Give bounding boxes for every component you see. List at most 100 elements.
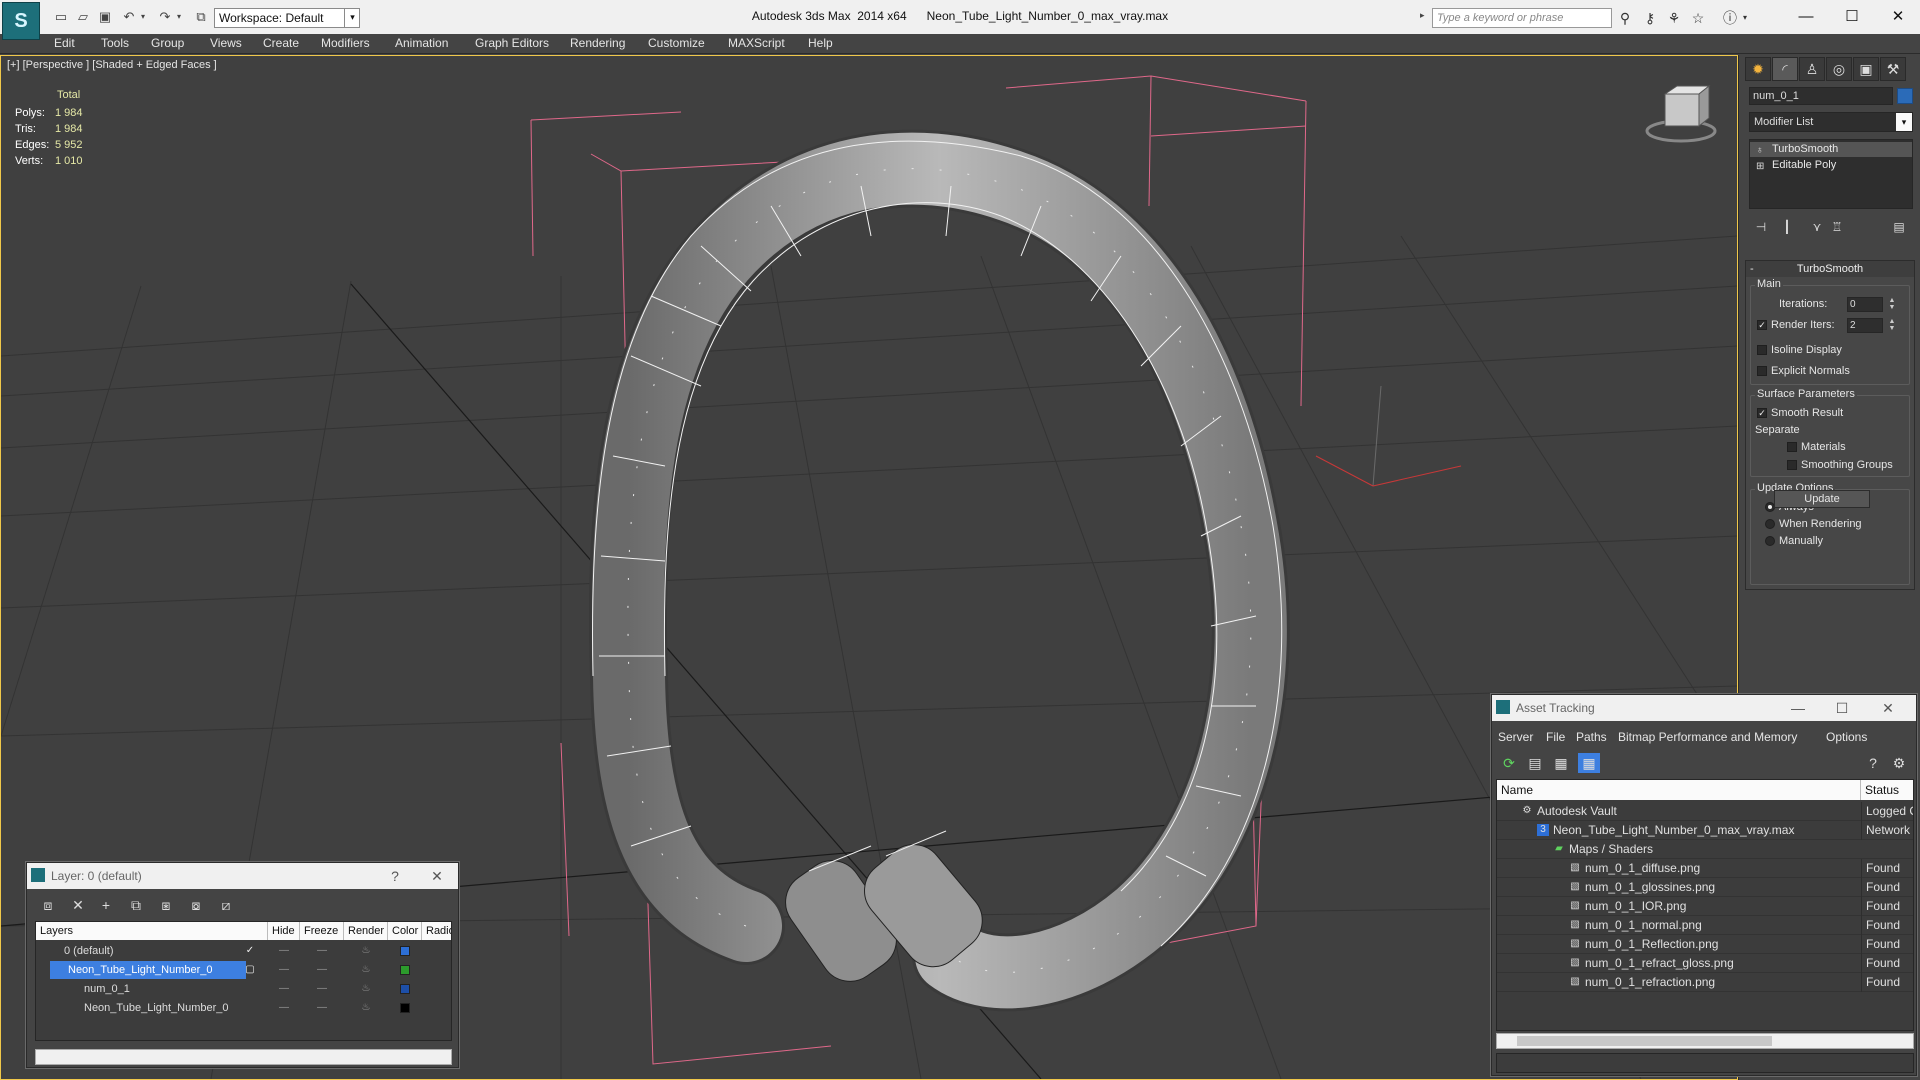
help-icon[interactable]: ⓘ bbox=[1720, 9, 1740, 27]
close-icon[interactable]: ✕ bbox=[417, 863, 457, 889]
modifier-list-dropdown[interactable]: Modifier List ▾ bbox=[1749, 112, 1913, 132]
settings-icon[interactable]: ⚙ bbox=[1888, 753, 1910, 773]
help-button[interactable]: ? bbox=[375, 863, 415, 889]
create-tab-icon[interactable]: ✹ bbox=[1745, 57, 1771, 81]
redo-icon[interactable]: ↷ bbox=[156, 8, 174, 26]
table-row[interactable]: ⚙ Autodesk Vault Logged O bbox=[1497, 802, 1913, 821]
motion-tab-icon[interactable]: ◎ bbox=[1826, 57, 1852, 81]
layer-color-swatch[interactable] bbox=[400, 984, 410, 994]
workspace-dropdown[interactable]: Workspace: Default bbox=[214, 8, 360, 28]
viewcube-icon[interactable] bbox=[1645, 84, 1717, 143]
column-header-render[interactable]: Render bbox=[344, 922, 388, 940]
search-input[interactable]: Type a keyword or phrase bbox=[1432, 8, 1612, 28]
layer-color-swatch[interactable] bbox=[400, 965, 410, 975]
horizontal-scrollbar[interactable] bbox=[1496, 1033, 1914, 1049]
object-color-swatch[interactable] bbox=[1897, 88, 1913, 104]
menu-file[interactable]: File bbox=[1546, 730, 1565, 744]
menu-paths[interactable]: Paths bbox=[1576, 730, 1607, 744]
render-iters-checkbox[interactable]: ✓ bbox=[1757, 320, 1767, 330]
explicit-normals-checkbox[interactable] bbox=[1757, 366, 1767, 376]
stack-item-editable-poly[interactable]: ⊞ Editable Poly bbox=[1750, 158, 1912, 173]
redo-dropdown-icon[interactable]: ▾ bbox=[174, 8, 184, 26]
freeze-toggle[interactable]: — bbox=[314, 961, 330, 979]
table-row[interactable]: ▧ num_0_1_refraction.png Found bbox=[1497, 973, 1913, 992]
spinner-arrows-icon[interactable]: ▲ ▼ bbox=[1887, 297, 1897, 312]
display-tab-icon[interactable]: ▣ bbox=[1853, 57, 1879, 81]
communication-center-icon[interactable]: ⚘ bbox=[1664, 9, 1684, 27]
table-row[interactable]: ▧ num_0_1_glossines.png Found bbox=[1497, 878, 1913, 897]
scrollbar-thumb[interactable] bbox=[1517, 1036, 1772, 1046]
update-button[interactable]: Update bbox=[1774, 490, 1870, 508]
help-icon[interactable]: ? bbox=[1862, 753, 1884, 773]
save-file-icon[interactable]: ▣ bbox=[96, 8, 114, 26]
remove-modifier-icon[interactable]: ♖ bbox=[1827, 218, 1847, 236]
search-expand-icon[interactable]: ▸ bbox=[1420, 10, 1430, 26]
manually-radio[interactable] bbox=[1765, 536, 1775, 546]
project-folder-icon[interactable]: ⧉ bbox=[192, 8, 210, 26]
render-teapot-icon[interactable]: ♨ bbox=[358, 999, 374, 1017]
menu-animation[interactable]: Animation bbox=[395, 36, 448, 50]
menu-edit[interactable]: Edit bbox=[54, 36, 75, 50]
utilities-tab-icon[interactable]: ⚒ bbox=[1880, 57, 1906, 81]
workspace-dropdown-arrow-icon[interactable]: ▾ bbox=[344, 8, 360, 28]
hide-toggle[interactable]: — bbox=[276, 961, 292, 979]
iterations-spinner[interactable]: 0 bbox=[1847, 297, 1883, 312]
column-header-name[interactable]: Name bbox=[1497, 780, 1861, 800]
table-row[interactable]: ▰ Maps / Shaders bbox=[1497, 840, 1913, 859]
modify-tab-icon[interactable]: ◜ bbox=[1772, 57, 1798, 81]
open-file-icon[interactable]: ▱ bbox=[74, 8, 92, 26]
materials-checkbox[interactable] bbox=[1787, 442, 1797, 452]
menu-rendering[interactable]: Rendering bbox=[570, 36, 625, 50]
column-header-hide[interactable]: Hide bbox=[268, 922, 300, 940]
table-view-icon[interactable]: ▦ bbox=[1578, 753, 1600, 773]
stack-item-turbosmooth[interactable]: ♁ TurboSmooth bbox=[1750, 142, 1912, 157]
smoothing-groups-checkbox[interactable] bbox=[1787, 460, 1797, 470]
freeze-toggle[interactable]: — bbox=[314, 999, 330, 1017]
new-file-icon[interactable]: ▭ bbox=[52, 8, 70, 26]
layer-row[interactable]: Neon_Tube_Light_Number_0 ▢ — — ♨ bbox=[36, 961, 451, 979]
refresh-icon[interactable]: ⟳ bbox=[1498, 753, 1520, 773]
smooth-result-checkbox[interactable]: ✓ bbox=[1757, 408, 1767, 418]
hide-toggle[interactable]: — bbox=[276, 942, 292, 960]
menu-customize[interactable]: Customize bbox=[648, 36, 705, 50]
horizontal-scrollbar[interactable] bbox=[35, 1049, 452, 1065]
render-iters-spinner[interactable]: 2 bbox=[1847, 318, 1883, 333]
undo-icon[interactable]: ↶ bbox=[120, 8, 138, 26]
hide-all-icon[interactable]: ⧇ bbox=[185, 895, 207, 915]
column-header-status[interactable]: Status bbox=[1861, 780, 1913, 800]
lightbulb-icon[interactable]: ♁ bbox=[1756, 143, 1764, 158]
configure-modifier-sets-icon[interactable]: ▤ bbox=[1889, 218, 1909, 236]
active-layer-check-icon[interactable]: ✓ bbox=[242, 942, 258, 960]
make-unique-icon[interactable]: ⋎ bbox=[1807, 218, 1827, 236]
menu-options[interactable]: Options bbox=[1826, 730, 1867, 744]
layer-row[interactable]: 0 (default) ✓ — — ♨ bbox=[36, 942, 451, 960]
menu-create[interactable]: Create bbox=[263, 36, 299, 50]
dialog-title-bar[interactable]: Layer: 0 (default) ? ✕ bbox=[27, 863, 458, 889]
freeze-toggle[interactable]: — bbox=[314, 980, 330, 998]
close-icon[interactable]: ✕ bbox=[1876, 6, 1920, 28]
menu-server[interactable]: Server bbox=[1498, 730, 1533, 744]
neon-tube-number-0[interactable] bbox=[588, 129, 1290, 1012]
layer-color-swatch[interactable] bbox=[400, 946, 410, 956]
table-row[interactable]: ▧ num_0_1_IOR.png Found bbox=[1497, 897, 1913, 916]
minimize-icon[interactable]: — bbox=[1778, 695, 1818, 721]
freeze-all-icon[interactable]: ⧄ bbox=[215, 895, 237, 915]
close-icon[interactable]: ✕ bbox=[1868, 695, 1908, 721]
add-to-layer-icon[interactable]: + bbox=[95, 895, 117, 915]
dialog-title-bar[interactable]: Asset Tracking — ☐ ✕ bbox=[1492, 695, 1916, 721]
when-rendering-radio[interactable] bbox=[1765, 519, 1775, 529]
layer-row[interactable]: num_0_1 — — ♨ bbox=[36, 980, 451, 998]
menu-group[interactable]: Group bbox=[151, 36, 184, 50]
menu-tools[interactable]: Tools bbox=[101, 36, 129, 50]
select-objects-icon[interactable]: ⧉ bbox=[125, 895, 147, 915]
table-row[interactable]: ▧ num_0_1_normal.png Found bbox=[1497, 916, 1913, 935]
rollout-header[interactable]: - TurboSmooth bbox=[1746, 261, 1914, 277]
object-name-field[interactable]: num_0_1 bbox=[1749, 87, 1893, 105]
render-teapot-icon[interactable]: ♨ bbox=[358, 961, 374, 979]
menu-maxscript[interactable]: MAXScript bbox=[728, 36, 785, 50]
render-teapot-icon[interactable]: ♨ bbox=[358, 980, 374, 998]
help-dropdown-icon[interactable]: ▾ bbox=[1740, 9, 1750, 27]
menu-graph-editors[interactable]: Graph Editors bbox=[475, 36, 549, 50]
app-logo-icon[interactable]: S bbox=[2, 2, 40, 40]
menu-bitmap-performance[interactable]: Bitmap Performance and Memory bbox=[1618, 730, 1797, 744]
